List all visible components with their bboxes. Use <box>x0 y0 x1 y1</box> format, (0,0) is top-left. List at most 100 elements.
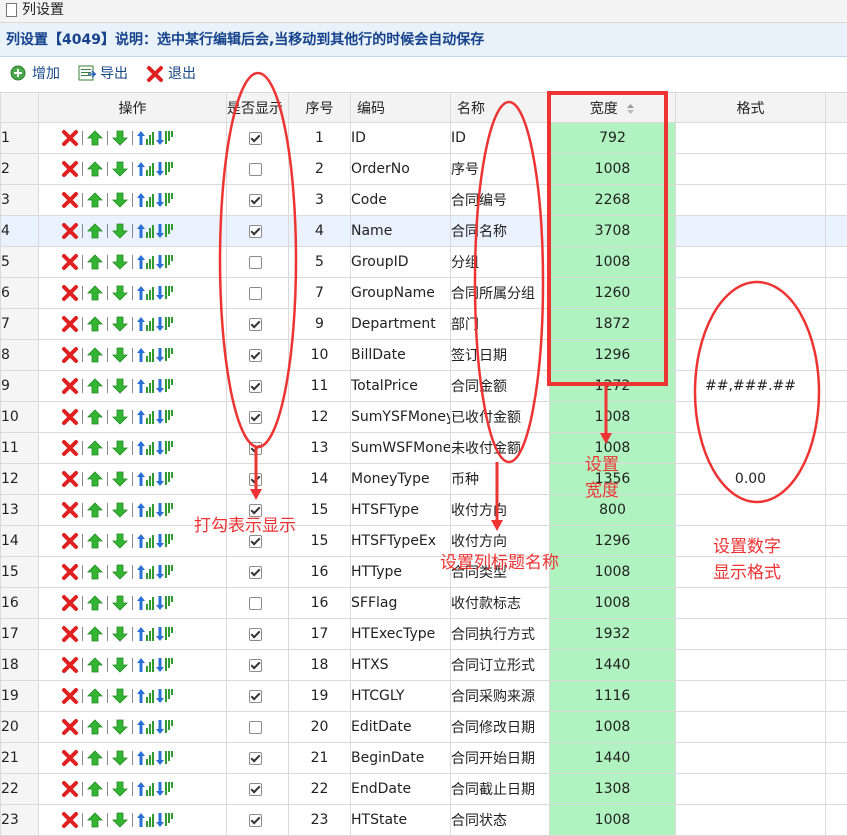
move-down-icon[interactable] <box>111 253 129 271</box>
move-down-icon[interactable] <box>111 718 129 736</box>
move-down-icon[interactable] <box>111 377 129 395</box>
delete-icon[interactable] <box>61 315 79 333</box>
table-row[interactable]: 22 22 EndDate 合同截止日期 1308 <box>0 773 847 805</box>
seq-cell[interactable]: 1 <box>288 122 351 154</box>
table-row[interactable]: 20 20 EditDate 合同修改日期 1008 <box>0 711 847 743</box>
seq-cell[interactable]: 4 <box>288 215 351 247</box>
visible-checkbox[interactable] <box>249 534 262 548</box>
move-up-icon[interactable] <box>86 377 104 395</box>
move-top-icon[interactable] <box>136 811 154 829</box>
seq-cell[interactable]: 2 <box>288 153 351 185</box>
move-top-icon[interactable] <box>136 284 154 302</box>
move-down-icon[interactable] <box>111 191 129 209</box>
width-cell[interactable]: 1932 <box>549 618 676 650</box>
width-cell[interactable]: 1008 <box>549 401 676 433</box>
code-cell[interactable]: BeginDate <box>350 742 451 774</box>
delete-icon[interactable] <box>61 284 79 302</box>
move-bottom-icon[interactable] <box>155 594 173 612</box>
move-bottom-icon[interactable] <box>155 346 173 364</box>
format-cell[interactable] <box>675 711 826 743</box>
delete-icon[interactable] <box>61 687 79 705</box>
format-cell[interactable] <box>675 184 826 216</box>
move-up-icon[interactable] <box>86 749 104 767</box>
visible-checkbox[interactable] <box>249 751 262 765</box>
move-bottom-icon[interactable] <box>155 253 173 271</box>
delete-icon[interactable] <box>61 811 79 829</box>
code-cell[interactable]: EndDate <box>350 773 451 805</box>
delete-icon[interactable] <box>61 501 79 519</box>
delete-icon[interactable] <box>61 129 79 147</box>
move-up-icon[interactable] <box>86 625 104 643</box>
move-bottom-icon[interactable] <box>155 563 173 581</box>
format-cell[interactable] <box>675 618 826 650</box>
format-cell[interactable] <box>675 246 826 278</box>
name-cell[interactable]: 合同采购来源 <box>450 680 550 712</box>
move-up-icon[interactable] <box>86 160 104 178</box>
code-cell[interactable]: HTCGLY <box>350 680 451 712</box>
code-cell[interactable]: OrderNo <box>350 153 451 185</box>
move-top-icon[interactable] <box>136 222 154 240</box>
move-up-icon[interactable] <box>86 780 104 798</box>
move-bottom-icon[interactable] <box>155 532 173 550</box>
move-down-icon[interactable] <box>111 780 129 798</box>
ops-header[interactable]: 操作 <box>38 92 227 123</box>
delete-icon[interactable] <box>61 594 79 612</box>
move-down-icon[interactable] <box>111 594 129 612</box>
move-up-icon[interactable] <box>86 687 104 705</box>
move-down-icon[interactable] <box>111 532 129 550</box>
move-bottom-icon[interactable] <box>155 160 173 178</box>
move-top-icon[interactable] <box>136 780 154 798</box>
visible-checkbox[interactable] <box>249 379 262 393</box>
format-cell[interactable] <box>675 680 826 712</box>
move-bottom-icon[interactable] <box>155 191 173 209</box>
move-top-icon[interactable] <box>136 129 154 147</box>
move-bottom-icon[interactable] <box>155 656 173 674</box>
width-cell[interactable]: 1116 <box>549 680 676 712</box>
delete-icon[interactable] <box>61 408 79 426</box>
seq-cell[interactable]: 3 <box>288 184 351 216</box>
move-bottom-icon[interactable] <box>155 501 173 519</box>
name-cell[interactable]: 合同名称 <box>450 215 550 247</box>
width-cell[interactable]: 1296 <box>549 525 676 557</box>
visible-checkbox[interactable] <box>249 596 262 610</box>
table-row[interactable]: 21 21 BeginDate 合同开始日期 1440 <box>0 742 847 774</box>
seq-cell[interactable]: 23 <box>288 804 351 836</box>
move-bottom-icon[interactable] <box>155 439 173 457</box>
table-row[interactable]: 6 7 GroupName 合同所属分组 1260 <box>0 277 847 309</box>
seq-cell[interactable]: 17 <box>288 618 351 650</box>
table-row[interactable]: 5 5 GroupID 分组 1008 <box>0 246 847 278</box>
move-up-icon[interactable] <box>86 346 104 364</box>
name-cell[interactable]: 分组 <box>450 246 550 278</box>
name-cell[interactable]: 序号 <box>450 153 550 185</box>
move-up-icon[interactable] <box>86 470 104 488</box>
code-cell[interactable]: SFFlag <box>350 587 451 619</box>
move-bottom-icon[interactable] <box>155 687 173 705</box>
delete-icon[interactable] <box>61 470 79 488</box>
delete-icon[interactable] <box>61 563 79 581</box>
width-cell[interactable]: 1008 <box>549 556 676 588</box>
move-top-icon[interactable] <box>136 377 154 395</box>
table-row[interactable]: 12 14 MoneyType 币种 1356 0.00 <box>0 463 847 495</box>
move-bottom-icon[interactable] <box>155 222 173 240</box>
format-cell[interactable] <box>675 587 826 619</box>
move-top-icon[interactable] <box>136 439 154 457</box>
table-row[interactable]: 4 4 Name 合同名称 3708 <box>0 215 847 247</box>
format-cell[interactable] <box>675 742 826 774</box>
move-down-icon[interactable] <box>111 501 129 519</box>
format-cell[interactable]: ##,###.## <box>675 370 826 402</box>
seq-cell[interactable]: 16 <box>288 587 351 619</box>
seq-cell[interactable]: 18 <box>288 649 351 681</box>
table-row[interactable]: 16 16 SFFlag 收付款标志 1008 <box>0 587 847 619</box>
move-top-icon[interactable] <box>136 563 154 581</box>
move-up-icon[interactable] <box>86 532 104 550</box>
move-top-icon[interactable] <box>136 408 154 426</box>
visible-checkbox[interactable] <box>249 472 262 486</box>
delete-icon[interactable] <box>61 222 79 240</box>
delete-icon[interactable] <box>61 749 79 767</box>
move-down-icon[interactable] <box>111 749 129 767</box>
width-cell[interactable]: 1296 <box>549 339 676 371</box>
code-cell[interactable]: HTType <box>350 556 451 588</box>
move-top-icon[interactable] <box>136 470 154 488</box>
seq-cell[interactable]: 7 <box>288 277 351 309</box>
visible-checkbox[interactable] <box>249 255 262 269</box>
